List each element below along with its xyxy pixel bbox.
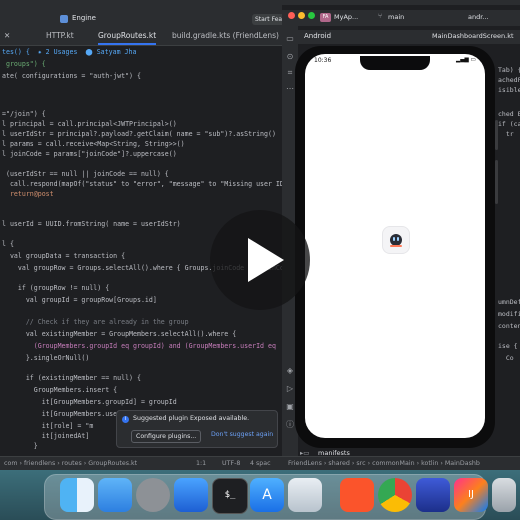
finder-icon[interactable]	[60, 478, 94, 512]
code-line: it[joinedAt]	[2, 432, 90, 440]
terminal-app-icon[interactable]: $_	[212, 478, 248, 514]
tab-label: build.gradle.kts (FriendLens)	[172, 31, 279, 40]
minimize-window-icon[interactable]	[298, 12, 305, 19]
zoom-window-icon[interactable]	[308, 12, 315, 19]
studio-panel-bar: Android MainDashboardScreen.kt	[282, 30, 520, 44]
code-line: l principal = call.principal<JWTPrincipa…	[2, 120, 177, 128]
lens-eye-right	[397, 237, 399, 241]
code-line: l params = call.receive<Map<String, Stri…	[2, 140, 185, 148]
studio-status-bar: FriendLens › shared › src › commonMain ›…	[282, 456, 520, 471]
active-tab-indicator	[98, 43, 157, 45]
app-splash-icon	[383, 227, 409, 253]
code-line: (userIdStr == null || joinCode == null) …	[2, 170, 169, 178]
code-comment: // Check if they are already in the grou…	[2, 318, 189, 326]
editor-code-peek: Tab) { achedF isible ched Ef if (ca tr u…	[498, 66, 520, 362]
simulator-icon[interactable]	[288, 478, 322, 512]
project-view-title[interactable]: Android	[304, 32, 331, 40]
dont-suggest-link[interactable]: Don't suggest again	[211, 431, 273, 438]
chrome-icon[interactable]	[378, 478, 412, 512]
project-name[interactable]: Engine	[72, 14, 96, 22]
emulator-volume-button[interactable]	[495, 120, 498, 150]
plugin-suggestion-notification: i Suggested plugin Exposed available. Co…	[116, 410, 278, 448]
run-config-widget[interactable]: Start Feature	[252, 14, 285, 25]
trash-icon[interactable]	[492, 478, 516, 512]
mail-icon[interactable]	[98, 478, 132, 512]
intellij-idea-icon[interactable]: IJ	[454, 478, 488, 512]
notification-title: Suggested plugin Exposed available.	[133, 415, 250, 422]
device-selector[interactable]: andr...	[468, 13, 489, 21]
tab-main-dashboard[interactable]: MainDashboardScreen.kt	[432, 32, 514, 40]
code-line: tes() { ✷ 2 Usages ⬤ Satyam Jha	[2, 48, 137, 56]
emulator-power-button[interactable]	[495, 160, 498, 204]
arc-browser-icon[interactable]	[416, 478, 450, 512]
lens-accent	[390, 245, 402, 247]
code-line: if (existingMember == null) {	[2, 374, 141, 382]
close-window-icon[interactable]	[288, 12, 295, 19]
code-line: ="/join") {	[2, 110, 46, 118]
emulator-clock: 10:36	[314, 57, 332, 64]
code-line: val groupId = groupRow[Groups.id]	[2, 296, 157, 304]
ide-status-bar: com › friendlens › routes › GroupRoutes.…	[0, 456, 282, 471]
code-line: (GroupMembers.groupId eq groupId) and (G…	[2, 342, 276, 350]
code-line: return@post	[2, 190, 54, 198]
code-line: ate( configurations = "auth-jwt") {	[2, 72, 141, 80]
file-encoding[interactable]: UTF-8	[222, 460, 240, 467]
code-line: val groupData = transaction {	[2, 252, 126, 260]
tab-http[interactable]: HTTP.kt	[46, 31, 74, 40]
xcode-icon[interactable]	[174, 478, 208, 512]
code-line: l joinCode = params["joinCode"]?.upperca…	[2, 150, 177, 158]
run-icon[interactable]: ▷	[285, 384, 295, 394]
tab-group-routes[interactable]: GroupRoutes.kt	[98, 31, 157, 45]
code-line: val existingMember = GroupMembers.select…	[2, 330, 237, 338]
code-line: l {	[2, 240, 14, 248]
code-line: if (groupRow != null) {	[2, 284, 110, 292]
ide-main-toolbar: Engine Start Feature	[0, 13, 285, 28]
branch-selector[interactable]: main	[388, 13, 404, 21]
project-badge: FA	[320, 13, 331, 22]
structure-icon[interactable]: ⌗	[285, 68, 295, 78]
code-line: GroupMembers.insert {	[2, 386, 118, 394]
code-line: }.singleOrNull()	[2, 354, 90, 362]
project-selector[interactable]: MyAp...	[334, 13, 358, 21]
brave-browser-icon[interactable]	[340, 478, 374, 512]
terminal-icon[interactable]: ▣	[285, 402, 295, 412]
code-line: }	[2, 442, 38, 450]
branch-icon: ⑂	[378, 12, 383, 20]
video-play-button[interactable]	[210, 210, 310, 310]
code-line: it[GroupMembers.groupId] = groupId	[2, 398, 177, 406]
more-tools-icon[interactable]: ⋯	[285, 84, 295, 94]
configure-plugins-button[interactable]: Configure plugins...	[131, 430, 202, 443]
code-line: it[role] = "m	[2, 422, 94, 430]
folder-icon[interactable]: ▭	[285, 34, 295, 44]
play-icon	[248, 238, 284, 282]
info-icon: i	[122, 416, 129, 423]
status-icons: ▂▄▆ ▭	[456, 57, 476, 63]
indent-setting[interactable]: 4 spac	[250, 460, 271, 467]
breadcrumb[interactable]: com › friendlens › routes › GroupRoutes.…	[4, 460, 137, 467]
tab-build-gradle[interactable]: build.gradle.kts (FriendLens)	[172, 31, 279, 40]
lens-eye-left	[393, 237, 395, 241]
editor-tab-bar: ✕ HTTP.kt GroupRoutes.kt build.gradle.kt…	[0, 28, 282, 46]
code-line: l userIdStr = principal?.payload?.getCla…	[2, 130, 276, 138]
project-icon	[60, 15, 68, 23]
tab-label: GroupRoutes.kt	[98, 31, 157, 40]
emulator-dynamic-island	[360, 56, 430, 70]
system-settings-icon[interactable]	[136, 478, 170, 512]
tab-label: HTTP.kt	[46, 31, 74, 40]
code-line: l userId = UUID.fromString( name = userI…	[2, 220, 181, 228]
app-store-icon[interactable]: A	[250, 478, 284, 512]
code-line: call.respond(mapOf("status" to "error", …	[2, 180, 304, 188]
studio-titlebar: FA MyAp... ⑂ main andr...	[282, 10, 520, 26]
code-line: groups") {	[2, 60, 46, 68]
cursor-position[interactable]: 1:1	[196, 460, 206, 467]
commit-icon[interactable]: ⊙	[285, 52, 295, 62]
problems-icon[interactable]: ⓘ	[285, 420, 295, 430]
breadcrumb[interactable]: FriendLens › shared › src › commonMain ›…	[288, 460, 480, 467]
gradle-icon[interactable]: ◈	[285, 366, 295, 376]
tab-close-icon[interactable]: ✕	[4, 31, 10, 40]
